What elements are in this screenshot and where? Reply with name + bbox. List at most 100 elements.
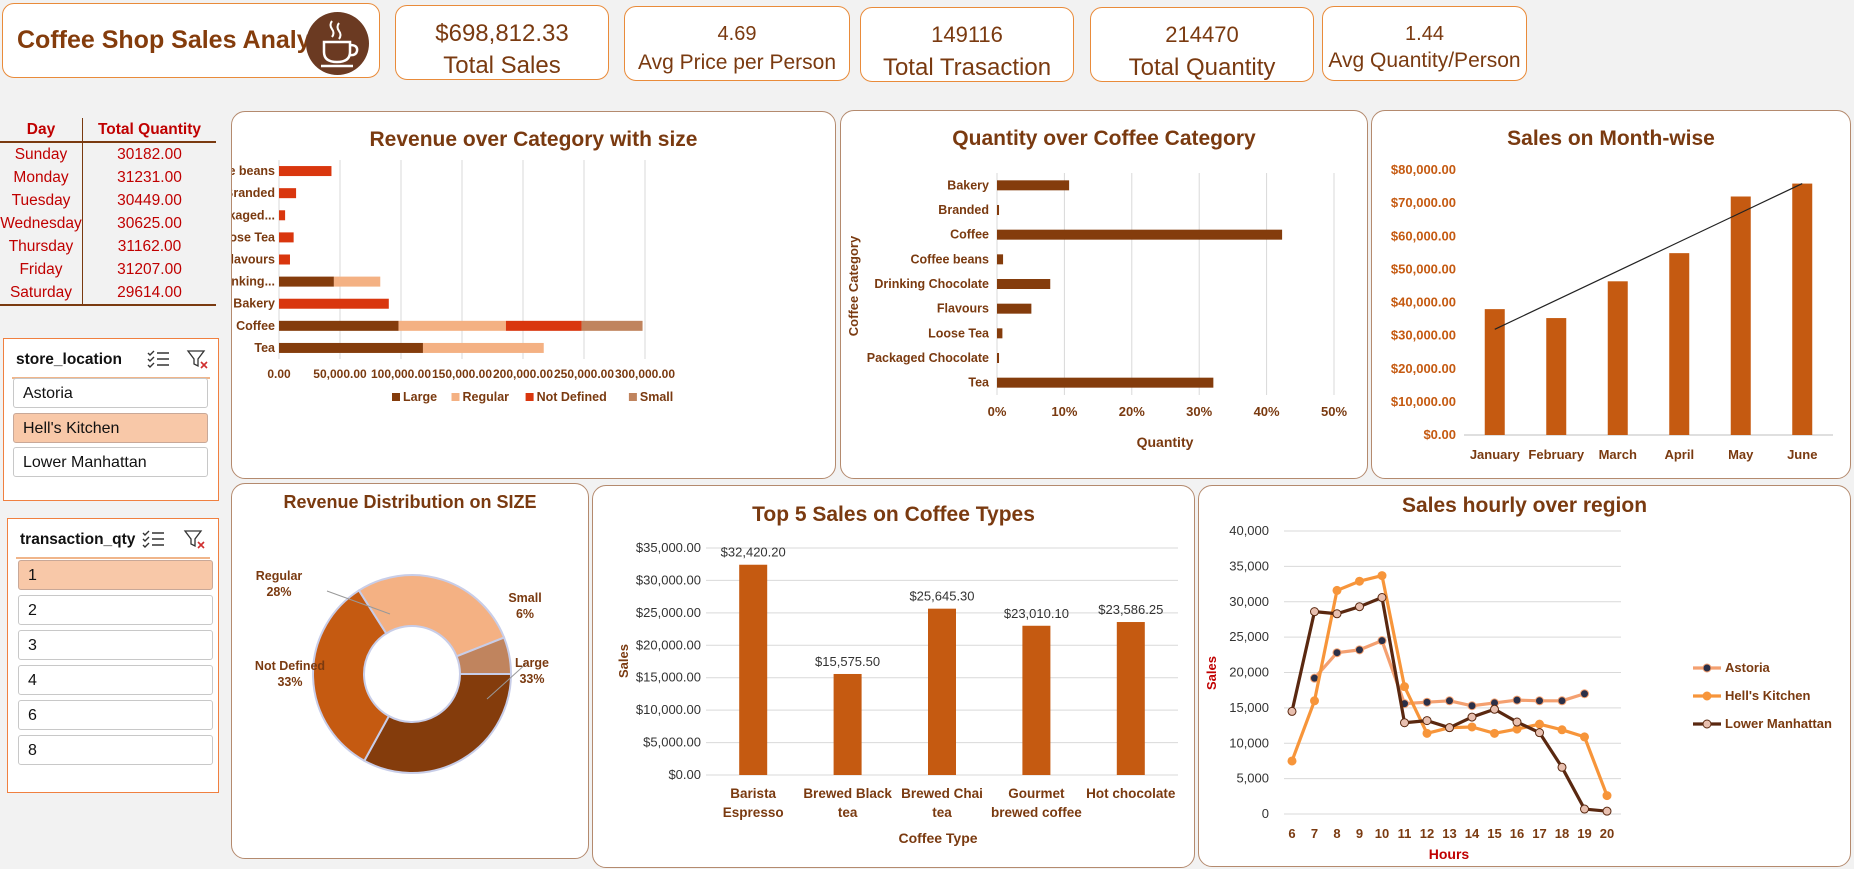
- category-label: Tea: [254, 341, 276, 355]
- data-point: [1355, 645, 1364, 655]
- bar-segment: [279, 342, 423, 353]
- quantity-cell: 31162.00: [117, 237, 182, 255]
- kpi-value: 1.44: [1405, 23, 1444, 45]
- y-tick-label: 30,000: [1229, 594, 1269, 609]
- legend-label: Lower Manhattan: [1725, 716, 1832, 731]
- legend-label: Small: [640, 390, 673, 404]
- x-tick-label: Gourmet: [1008, 786, 1065, 801]
- data-point: [1310, 696, 1319, 706]
- y-tick-label: 25,000: [1229, 629, 1269, 644]
- x-tick-label: 11: [1398, 826, 1412, 841]
- slicer-item-lower-manhattan[interactable]: Lower Manhattan: [13, 447, 208, 477]
- column-header: Total Quantity: [82, 118, 216, 143]
- data-point: [1512, 717, 1522, 727]
- y-tick-label: $0.00: [668, 767, 701, 782]
- bar-segment: [333, 276, 381, 287]
- bar-segment: [279, 276, 334, 287]
- multi-select-icon[interactable]: [142, 529, 166, 549]
- x-tick-label: 17: [1532, 826, 1546, 841]
- donut-slice: [362, 673, 513, 774]
- donut-slice: [357, 574, 506, 658]
- y-tick-label: $20,000.00: [1391, 361, 1456, 376]
- table-row: Friday 31207.00: [0, 258, 216, 281]
- hourly-sales-panel: Sales hourly over region 0 5,000 10,000 15,…: [1198, 485, 1851, 867]
- size-distribution-panel: Revenue Distribution on SIZE Large 33% Not…: [231, 483, 589, 859]
- slice-name-label: Large: [515, 656, 549, 670]
- bar: [997, 377, 1214, 388]
- data-point: [1355, 576, 1364, 586]
- legend-swatch: [451, 393, 460, 401]
- table-row: Sunday 30182.00: [0, 142, 216, 166]
- bar: [833, 673, 862, 775]
- x-tick-label: May: [1728, 447, 1754, 462]
- y-tick-label: 10,000: [1229, 735, 1269, 750]
- x-tick-label: 18: [1555, 826, 1569, 841]
- x-tick-label: 10: [1375, 826, 1389, 841]
- title-card: Coffee Shop Sales Analysis: [2, 3, 380, 78]
- category-label: Bakery: [233, 297, 275, 311]
- data-label: $25,645.30: [909, 589, 974, 604]
- data-point: [1445, 723, 1454, 733]
- y-tick-label: $60,000.00: [1391, 228, 1456, 243]
- table-row: Monday 31231.00: [0, 166, 216, 189]
- y-tick-label: $40,000.00: [1391, 295, 1456, 310]
- data-point: [1467, 701, 1477, 711]
- y-axis-title: Coffee Category: [846, 235, 861, 336]
- data-point: [1422, 716, 1432, 726]
- x-tick-label: 50%: [1321, 404, 1347, 419]
- day-cell: Wednesday: [0, 212, 83, 235]
- legend-swatch: [628, 393, 637, 401]
- top-coffee-types-chart: $0.00 $5,000.00 $10,000.00 $15,000.00 $20,00…: [616, 540, 1178, 846]
- x-tick-label: 20: [1600, 826, 1614, 841]
- slicer-item-qty-1[interactable]: 1: [18, 560, 213, 590]
- slicer-item-qty-2[interactable]: 2: [18, 595, 213, 625]
- slicer-item-hells-kitchen[interactable]: Hell's Kitchen: [13, 413, 208, 443]
- category-label: Branded: [938, 203, 989, 217]
- slicer-item-qty-8[interactable]: 8: [18, 735, 213, 765]
- x-tick-label: April: [1664, 447, 1694, 462]
- kpi-avg-quantity: 1.44 Avg Quantity/Person: [1322, 6, 1527, 81]
- quantity-cell: 29614.00: [117, 283, 182, 301]
- category-label: Tea: [968, 376, 990, 390]
- bar-segment: [398, 320, 506, 331]
- y-tick-label: 20,000: [1229, 665, 1269, 680]
- kpi-value: $698,812.33: [435, 20, 569, 47]
- kpi-total-sales: $698,812.33 Total Sales: [395, 5, 609, 80]
- day-cell: Monday: [0, 166, 83, 189]
- bar-segment: [279, 320, 399, 331]
- bar: [1116, 622, 1145, 775]
- coffee-cup-icon: [306, 12, 369, 75]
- clear-filter-icon[interactable]: [186, 349, 210, 371]
- x-tick-label: 200,000.00: [493, 367, 553, 381]
- legend-marker: [1702, 691, 1712, 701]
- store-location-slicer: store_location Astoria Hell's Kitchen Lo…: [3, 338, 219, 501]
- category-label: Coffee beans: [911, 252, 990, 266]
- data-point: [1535, 728, 1544, 738]
- data-label: $15,575.50: [815, 654, 880, 669]
- quantity-cell: 31231.00: [117, 168, 182, 186]
- y-tick-label: 0: [1262, 806, 1269, 821]
- x-tick-label: 250,000.00: [554, 367, 614, 381]
- bar: [997, 353, 1000, 363]
- slicer-item-qty-3[interactable]: 3: [18, 630, 213, 660]
- table-row: Tuesday 30449.00: [0, 189, 216, 212]
- day-cell: Thursday: [0, 235, 83, 258]
- slicer-item-astoria[interactable]: Astoria: [13, 378, 208, 408]
- data-point: [1377, 571, 1387, 581]
- bar: [928, 608, 956, 775]
- kpi-total-quantity: 214470 Total Quantity: [1090, 7, 1314, 82]
- category-label: Flavours: [232, 253, 275, 267]
- multi-select-icon[interactable]: [147, 349, 171, 369]
- slicer-item-qty-4[interactable]: 4: [18, 665, 213, 695]
- bar: [1022, 625, 1051, 775]
- category-label: Flavours: [937, 302, 989, 316]
- data-point: [1332, 648, 1342, 658]
- legend-label: Astoria: [1725, 660, 1771, 675]
- slicer-header: transaction_qty: [20, 531, 136, 548]
- legend-label: Regular: [463, 390, 510, 404]
- data-point: [1467, 712, 1477, 722]
- data-label: $23,010.10: [1004, 606, 1069, 621]
- data-point: [1535, 696, 1544, 706]
- clear-filter-icon[interactable]: [183, 529, 207, 551]
- slicer-item-qty-6[interactable]: 6: [18, 700, 213, 730]
